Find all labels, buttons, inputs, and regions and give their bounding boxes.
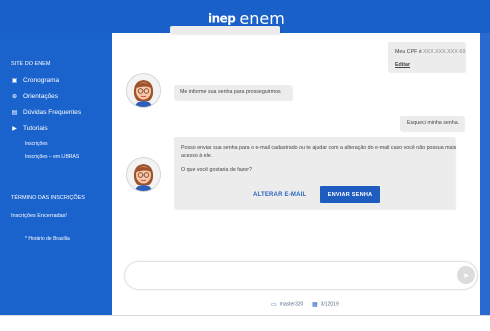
sidebar-item-label: Orientações [23,93,59,100]
bot-message-text: Me informe sua senha para prosseguirmos [180,89,281,95]
cpf-label: Meu CPF é [395,49,422,55]
bot-message-line-1: Posso enviar sua senha para o e-mail cad… [181,145,457,151]
sidebar-item-label: Dúvidas Frequentes [23,109,82,116]
user-message-forgot: Esqueci minha senha. [400,116,464,131]
assistant-avatar-icon [127,74,160,107]
bot-avatar [126,157,161,192]
sidebar-item-label: Tutoriais [23,125,48,132]
message-input[interactable] [125,262,477,289]
assistant-avatar-icon [127,158,160,191]
video-icon: ▶ [12,126,17,132]
monitor-icon: ▭ [271,302,277,308]
footer-date-label: 3/12019 [320,301,339,308]
book-icon: ▤ [11,110,18,116]
bot-message-password: Me informe sua senha para prosseguirmos [174,85,292,100]
user-message-cpf: Meu CPF é XXX.XXX.XXX-69 Editar [388,42,465,72]
bottom-strip [0,315,490,331]
bot-message-line-2: acesso à ele. [181,153,213,159]
cpf-value: XXX.XXX.XXX-69 [423,49,466,55]
bot-avatar [126,73,161,108]
sidebar: SITE DO ENEM ▣ Cronograma ⊕ Orientações ▤ D… [0,33,112,315]
sidebar-title: SITE DO ENEM [11,61,51,67]
previous-bot-message [170,26,280,34]
user-message-text: Esqueci minha senha. [407,120,460,126]
globe-icon: ⊕ [11,94,18,100]
sidebar-item-duvidas[interactable]: ▤ Dúvidas Frequentes [11,109,82,116]
logo-inep-text: inep [208,11,236,26]
send-arrow-icon: ➤ [462,270,470,280]
sidebar-item-cronograma[interactable]: ▣ Cronograma [11,77,59,84]
sidebar-item-label: Cronograma [23,77,60,84]
calendar-small-icon: ▦ [312,302,318,308]
right-edge-panel [480,33,490,315]
bot-message-question: O que você gostaria de fazer? [181,167,252,173]
sidebar-subitem-inscricoes[interactable]: Inscrições [25,141,48,147]
footer-server-info: ▭ master320 [271,301,304,309]
sidebar-subitem-libras[interactable]: Inscrições – em LIBRAS [25,154,79,160]
calendar-icon: ▣ [11,78,18,84]
sidebar-item-tutoriais[interactable]: ▶ Tutoriais [11,125,48,132]
sidebar-item-orientacoes[interactable]: ⊕ Orientações [11,93,58,100]
bot-message-options: Posso enviar sua senha para o e-mail cad… [174,137,457,209]
change-email-button[interactable]: ALTERAR E-MAIL [253,192,306,198]
footer-date-info: ▦ 3/12019 [312,301,339,309]
send-password-button[interactable]: ENVIAR SENHA [320,186,380,203]
footer-server-label: master320 [279,301,304,308]
edit-link[interactable]: Editar [395,62,410,68]
send-button[interactable]: ➤ [457,266,475,284]
registration-status-text: Inscrições Encerradas! [11,213,67,219]
timezone-note: * Horário de Brasília [25,236,70,242]
sidebar-section-title: TÉRMINO DAS INSCRIÇÕES [11,195,85,201]
